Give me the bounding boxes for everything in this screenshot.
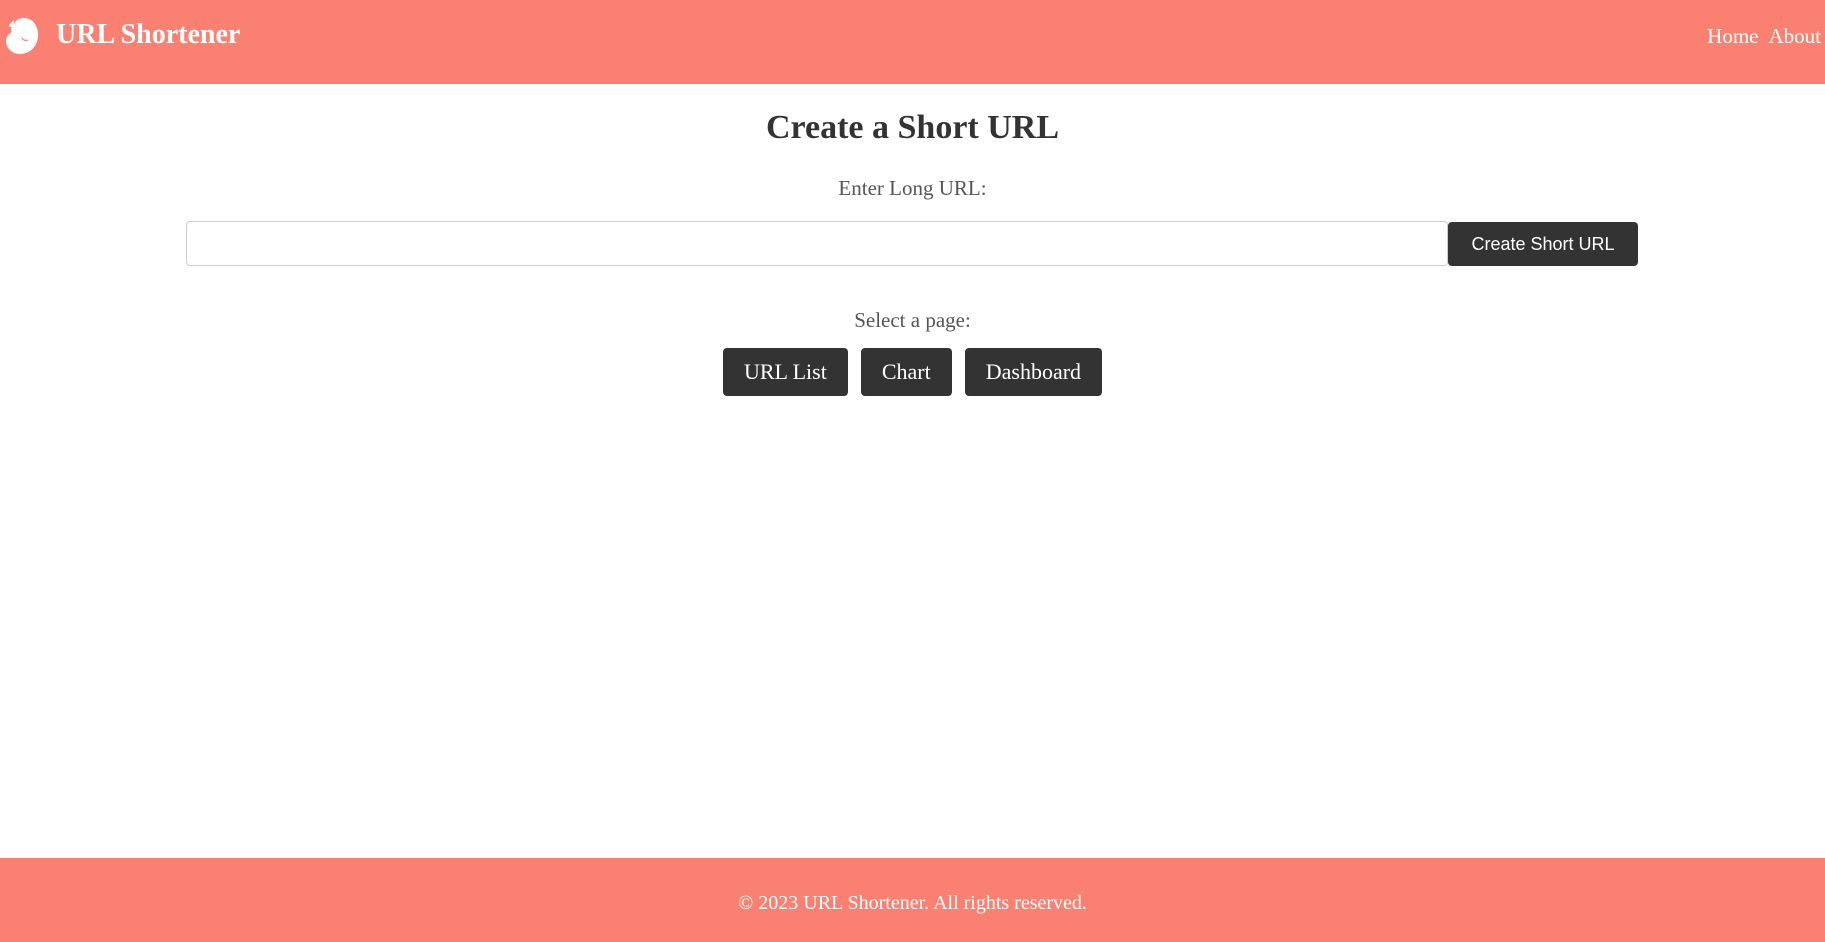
page-title: Create a Short URL — [765, 109, 1060, 146]
url-list-button[interactable]: URL List — [722, 348, 848, 396]
page-selector: URL List Chart Dashboard — [0, 348, 1825, 396]
main-nav: Home About — [1707, 22, 1821, 50]
long-url-input[interactable] — [186, 221, 1448, 266]
brand-title: URL Shortener — [56, 19, 241, 50]
chart-button[interactable]: Chart — [860, 348, 952, 396]
long-url-label: Enter Long URL: — [838, 176, 987, 200]
site-header: URL Shortener Home About — [0, 0, 1825, 84]
dashboard-button[interactable]: Dashboard — [964, 348, 1103, 396]
nav-link-about[interactable]: About — [1769, 22, 1822, 50]
nav-link-home[interactable]: Home — [1707, 22, 1758, 50]
create-short-url-button[interactable]: Create Short URL — [1448, 222, 1638, 266]
copyright-text: © 2023 URL Shortener. All rights reserve… — [738, 892, 1087, 914]
select-page-label: Select a page: — [854, 308, 971, 332]
evernote-elephant-icon[interactable] — [4, 16, 40, 56]
